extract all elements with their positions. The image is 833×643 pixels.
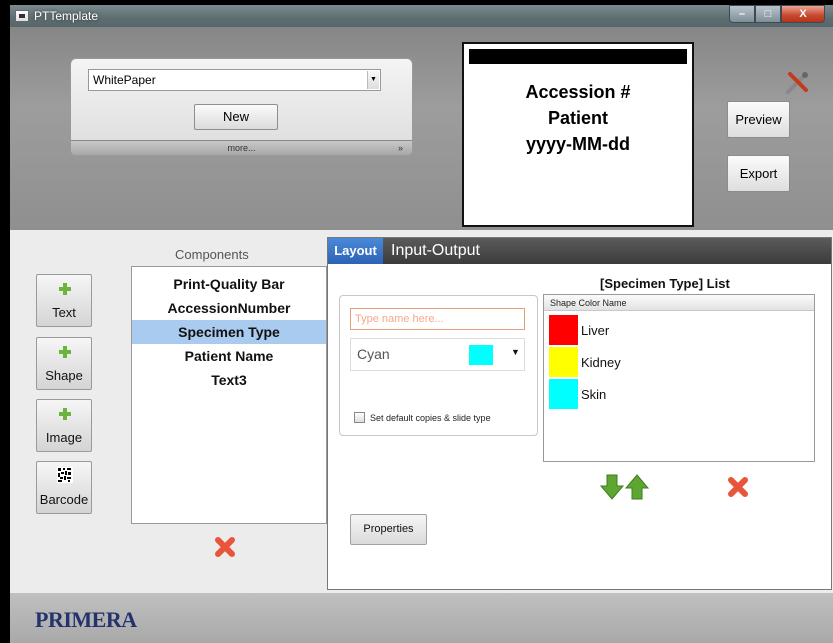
label-line-accession: Accession # <box>525 82 631 102</box>
specimen-row[interactable]: Kidney <box>549 347 809 377</box>
window-title: PTTemplate <box>34 9 99 23</box>
tab-input-output[interactable]: Input-Output <box>391 238 480 264</box>
minimize-button[interactable]: – <box>729 5 755 23</box>
name-input[interactable]: Type name here... <box>350 308 525 330</box>
close-button[interactable]: X <box>781 5 825 23</box>
color-select-value: Cyan <box>357 346 390 362</box>
more-label: more... <box>227 143 256 153</box>
chevron-down-icon: » <box>397 143 403 153</box>
move-down-icon[interactable] <box>599 473 625 501</box>
add-image-button[interactable]: Image <box>36 399 92 452</box>
specimen-list-header: Shape Color Name <box>544 295 814 311</box>
more-expander[interactable]: more... » <box>71 140 412 155</box>
specimen-name: Skin <box>581 387 607 402</box>
default-copies-option[interactable]: Set default copies & slide type <box>354 412 491 423</box>
new-template-button[interactable]: New <box>194 104 278 130</box>
component-item[interactable]: Print-Quality Bar <box>132 272 326 296</box>
component-item-selected[interactable]: Specimen Type <box>132 320 326 344</box>
add-barcode-button[interactable]: Barcode <box>36 461 92 514</box>
specimen-color-swatch <box>549 315 578 345</box>
delete-specimen-icon[interactable] <box>726 475 750 499</box>
specimen-color-swatch <box>549 347 578 377</box>
shape-properties-box: Type name here... Cyan ▼ Set default cop… <box>339 295 538 436</box>
app-icon <box>15 10 29 22</box>
print-quality-bar <box>469 49 687 64</box>
specimen-name: Liver <box>581 323 610 338</box>
color-select[interactable]: Cyan ▼ <box>350 338 525 371</box>
plus-icon <box>59 346 71 358</box>
component-item[interactable]: Text3 <box>132 368 326 392</box>
app-window: PTTemplate – □ X WhitePaper ▼ New more..… <box>10 5 833 643</box>
template-panel: WhitePaper ▼ New more... » <box>70 58 413 156</box>
preview-button[interactable]: Preview <box>727 101 790 138</box>
delete-component-icon[interactable] <box>213 535 237 559</box>
default-copies-label: Set default copies & slide type <box>370 413 491 423</box>
add-text-label: Text <box>52 305 76 320</box>
label-line-patient: Patient <box>547 108 608 128</box>
component-item[interactable]: Patient Name <box>132 344 326 368</box>
add-shape-label: Shape <box>45 368 83 383</box>
move-up-icon[interactable] <box>624 473 650 501</box>
plus-icon <box>59 283 71 295</box>
brand-logo: PRIMERA <box>35 607 137 632</box>
specimen-list[interactable]: Shape Color Name Liver Kidney Skin <box>543 294 815 462</box>
template-header: WhitePaper ▼ New more... » Accession # P… <box>10 27 833 230</box>
specimen-row[interactable]: Skin <box>549 379 809 409</box>
tools-icon[interactable] <box>784 70 810 96</box>
template-select[interactable]: WhitePaper ▼ <box>88 69 381 91</box>
add-text-button[interactable]: Text <box>36 274 92 327</box>
specimen-name: Kidney <box>581 355 621 370</box>
content-area: Text Shape Image Barcode Components Prin… <box>10 230 833 593</box>
tab-panel: Layout Input-Output Type name here... Cy… <box>327 237 832 590</box>
components-list[interactable]: Print-Quality Bar AccessionNumber Specim… <box>131 266 327 524</box>
specimen-color-swatch <box>549 379 578 409</box>
add-barcode-label: Barcode <box>39 492 89 507</box>
dropdown-arrow-icon: ▼ <box>511 347 520 357</box>
footer: PRIMERA <box>10 593 833 643</box>
title-bar[interactable]: PTTemplate – □ X <box>10 5 833 27</box>
components-title: Components <box>175 247 249 262</box>
color-swatch <box>469 345 493 365</box>
barcode-icon <box>57 467 73 483</box>
export-button[interactable]: Export <box>727 155 790 192</box>
specimen-list-title: [Specimen Type] List <box>600 276 730 291</box>
add-image-label: Image <box>45 430 83 445</box>
dropdown-arrow-icon[interactable]: ▼ <box>367 71 379 89</box>
tab-bar: Layout Input-Output <box>328 238 831 264</box>
plus-icon <box>59 408 71 420</box>
specimen-row[interactable]: Liver <box>549 315 809 345</box>
template-select-value: WhitePaper <box>93 73 156 87</box>
label-preview: Accession # Patient yyyy-MM-dd <box>462 42 694 227</box>
maximize-button[interactable]: □ <box>755 5 781 23</box>
add-shape-button[interactable]: Shape <box>36 337 92 390</box>
label-line-date: yyyy-MM-dd <box>525 134 630 154</box>
properties-button[interactable]: Properties <box>350 514 427 545</box>
tab-layout[interactable]: Layout <box>328 238 383 264</box>
component-item[interactable]: AccessionNumber <box>132 296 326 320</box>
default-copies-checkbox[interactable] <box>354 412 365 423</box>
window-controls: – □ X <box>729 5 825 24</box>
